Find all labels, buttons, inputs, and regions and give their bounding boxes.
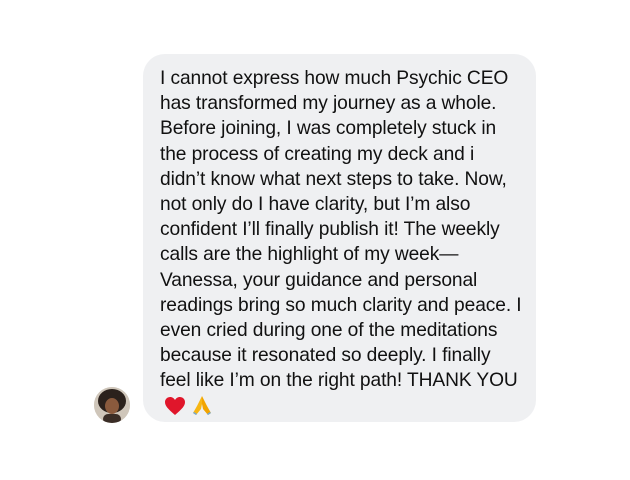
- message-bubble[interactable]: I cannot express how much Psychic CEO ha…: [143, 54, 536, 422]
- avatar-photo-icon: [94, 387, 130, 423]
- message-text: I cannot express how much Psychic CEO ha…: [160, 68, 522, 392]
- sender-avatar[interactable]: [94, 387, 130, 423]
- message-thread: I cannot express how much Psychic CEO ha…: [0, 0, 630, 480]
- folded-hands-icon: [190, 394, 214, 423]
- heart-icon: [164, 396, 186, 423]
- message-body: I cannot express how much Psychic CEO ha…: [160, 66, 522, 423]
